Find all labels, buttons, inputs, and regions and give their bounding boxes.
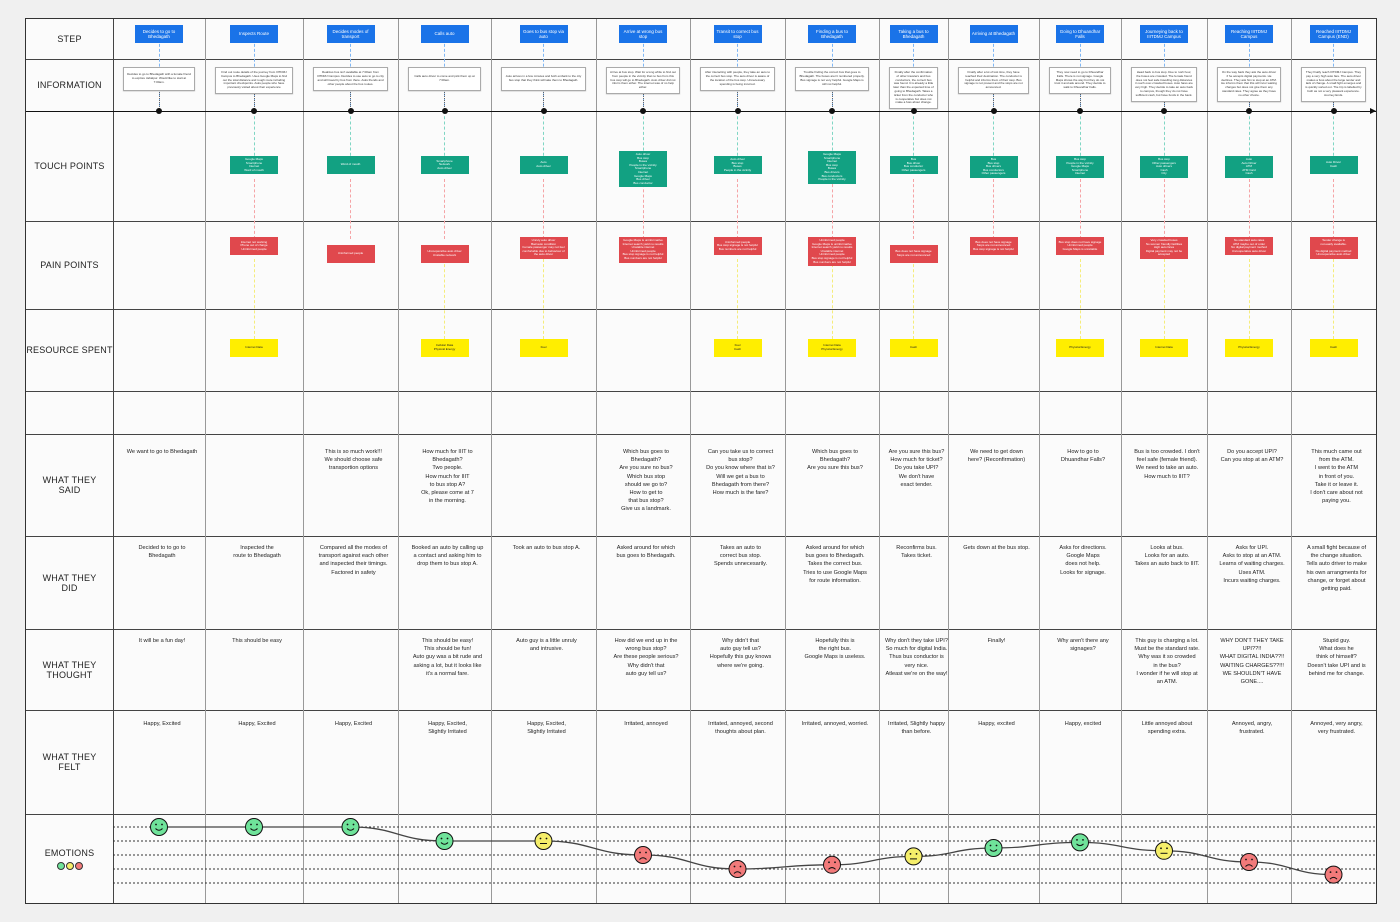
emotion-sad-face-icon bbox=[823, 855, 841, 874]
emotion-happy-face-icon bbox=[245, 818, 263, 836]
emotion-sad-face-icon bbox=[1324, 865, 1343, 884]
emotion-neutral-face-icon bbox=[1155, 841, 1173, 860]
emotion-sad-face-icon bbox=[728, 860, 747, 878]
emotion-sad-face-icon bbox=[1240, 853, 1258, 871]
emotion-happy-face-icon bbox=[984, 839, 1003, 857]
emotion-happy-face-icon bbox=[150, 818, 168, 836]
emotion-happy-face-icon bbox=[341, 818, 360, 836]
emotion-neutral-face-icon bbox=[534, 832, 553, 850]
emotion-sad-face-icon bbox=[634, 846, 652, 864]
emotion-happy-face-icon bbox=[435, 832, 454, 850]
emotion-happy-face-icon bbox=[1071, 833, 1089, 852]
customer-journey-map: STEP INFORMATION TOUCH POINTS PAIN POINTS RE… bbox=[25, 18, 1377, 904]
emotion-neutral-face-icon bbox=[904, 847, 923, 866]
emotion-curve-chart bbox=[113, 818, 1376, 884]
